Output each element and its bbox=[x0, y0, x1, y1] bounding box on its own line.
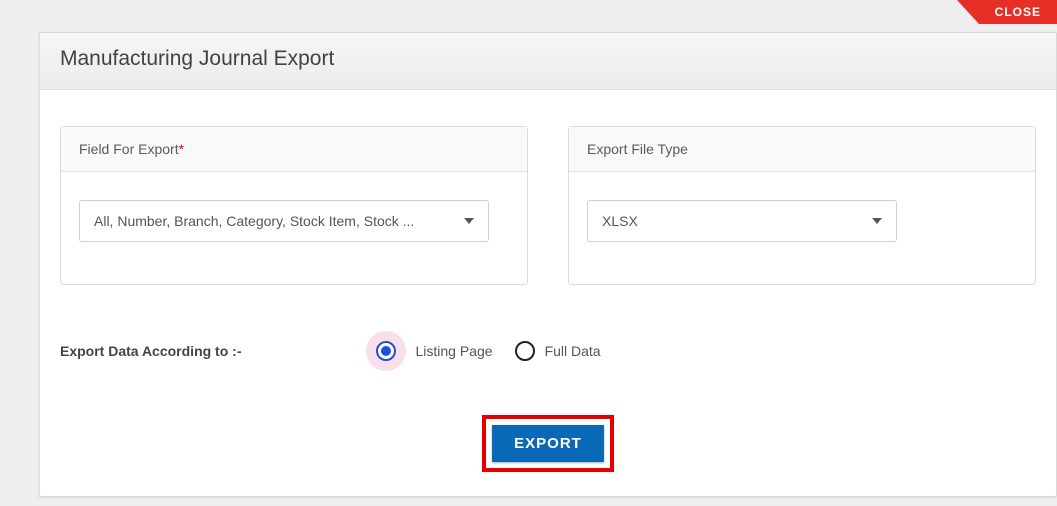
field-for-export-select[interactable]: All, Number, Branch, Category, Stock Ite… bbox=[79, 200, 489, 242]
export-file-type-box: Export File Type XLSX bbox=[568, 126, 1036, 285]
close-button[interactable]: CLOSE bbox=[957, 0, 1057, 24]
export-dialog: Manufacturing Journal Export Field For E… bbox=[39, 32, 1057, 497]
export-file-type-header: Export File Type bbox=[569, 127, 1035, 172]
field-for-export-label: Field For Export bbox=[79, 141, 179, 157]
close-button-slant bbox=[957, 0, 979, 24]
dialog-title: Manufacturing Journal Export bbox=[60, 47, 1036, 71]
radio-icon bbox=[376, 341, 396, 361]
dialog-body: Field For Export* All, Number, Branch, C… bbox=[40, 90, 1056, 496]
field-for-export-box: Field For Export* All, Number, Branch, C… bbox=[60, 126, 528, 285]
chevron-down-icon bbox=[872, 218, 882, 224]
export-file-type-select[interactable]: XLSX bbox=[587, 200, 897, 242]
radio-full-data[interactable]: Full Data bbox=[515, 341, 601, 361]
export-file-type-label: Export File Type bbox=[587, 141, 688, 157]
export-button[interactable]: EXPORT bbox=[492, 425, 604, 462]
radio-icon bbox=[515, 341, 535, 361]
required-asterisk: * bbox=[179, 141, 184, 157]
fields-row: Field For Export* All, Number, Branch, C… bbox=[60, 126, 1036, 285]
chevron-down-icon bbox=[464, 218, 474, 224]
close-button-label: CLOSE bbox=[979, 0, 1057, 24]
field-for-export-body: All, Number, Branch, Category, Stock Ite… bbox=[61, 172, 527, 284]
export-file-type-value: XLSX bbox=[602, 213, 638, 229]
export-button-highlight: EXPORT bbox=[482, 415, 614, 472]
radio-halo bbox=[366, 331, 406, 371]
radio-dot-icon bbox=[381, 346, 391, 356]
dialog-header: Manufacturing Journal Export bbox=[40, 33, 1056, 90]
export-file-type-body: XLSX bbox=[569, 172, 1035, 284]
radio-listing-page[interactable]: Listing Page bbox=[366, 331, 493, 371]
field-for-export-header: Field For Export* bbox=[61, 127, 527, 172]
radio-full-data-label: Full Data bbox=[545, 343, 601, 359]
actions-row: EXPORT bbox=[60, 415, 1036, 472]
data-scope-prompt: Export Data According to :- bbox=[60, 343, 242, 359]
radio-listing-page-label: Listing Page bbox=[416, 343, 493, 359]
field-for-export-value: All, Number, Branch, Category, Stock Ite… bbox=[94, 213, 414, 229]
data-scope-row: Export Data According to :- Listing Page… bbox=[60, 331, 1036, 371]
